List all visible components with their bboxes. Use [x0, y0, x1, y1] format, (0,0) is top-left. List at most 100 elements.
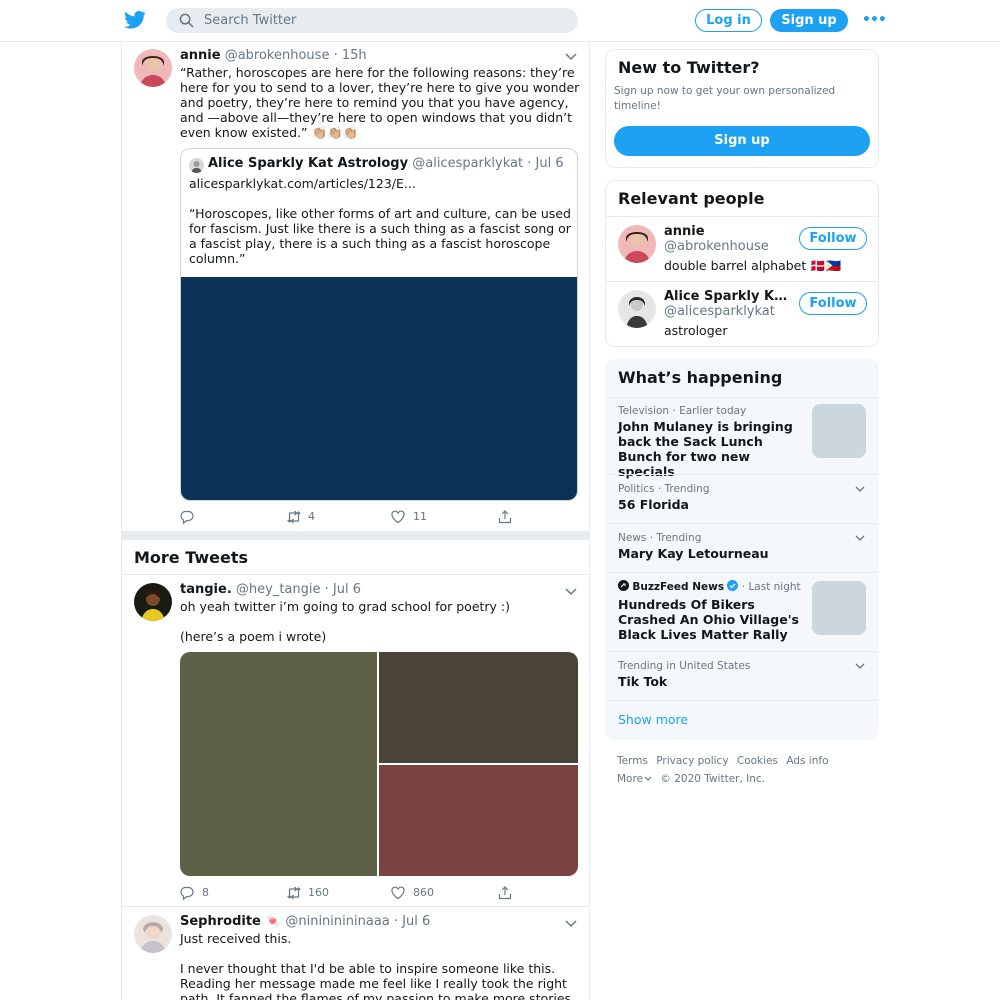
- sign-up-button[interactable]: Sign up: [770, 9, 848, 32]
- tweet[interactable]: annie @abrokenhouse · 15h “Rather, horos…: [122, 42, 589, 531]
- tweet-timestamp[interactable]: · 15h: [334, 48, 367, 63]
- relevant-people-card: Relevant people annie @abrokenhouse doub…: [605, 180, 879, 347]
- timeline-column: annie @abrokenhouse · 15h “Rather, horos…: [121, 42, 590, 1000]
- chevron-down-icon[interactable]: [855, 486, 865, 493]
- trend-meta: Politics · Trending: [618, 483, 710, 495]
- quoted-tweet-text: alicesparklykat.com/articles/123/E... “H…: [189, 176, 571, 266]
- verified-badge-icon: [727, 580, 739, 591]
- trend-item[interactable]: Trending in United States Tik Tok: [606, 651, 878, 700]
- photo[interactable]: [180, 652, 377, 876]
- trend-meta: News · Trending: [618, 532, 702, 544]
- like-count: 11: [413, 510, 427, 523]
- whats-happening-card: What’s happening Television · Earlier to…: [605, 359, 879, 740]
- quoted-author-name: Alice Sparkly Kat Astrology: [208, 156, 409, 171]
- trend-image: [812, 404, 866, 458]
- trend-image: [812, 581, 866, 635]
- person-handle[interactable]: @abrokenhouse: [664, 239, 769, 254]
- tweet-author-name[interactable]: tangie.: [180, 582, 232, 597]
- quoted-timestamp: · Jul 6: [527, 156, 564, 171]
- person-bio: double barrel alphabet 🇩🇰🇵🇭: [664, 258, 842, 273]
- trend-meta: · Last night: [741, 581, 801, 593]
- photo[interactable]: [379, 765, 578, 876]
- chevron-down-icon[interactable]: [565, 920, 577, 928]
- trend-title: Mary Kay Letourneau: [618, 546, 769, 561]
- tweet-author-handle[interactable]: @abrokenhouse: [225, 48, 330, 63]
- person-name[interactable]: Alice Sparkly Kat...: [664, 289, 794, 304]
- show-more-link[interactable]: Show more: [618, 712, 688, 727]
- avatar: [189, 158, 204, 173]
- new-to-twitter-card: New to Twitter? Sign up now to get your …: [605, 49, 879, 168]
- tweet-actions: 8 160 860: [180, 885, 525, 901]
- twitter-bird-icon[interactable]: [124, 10, 146, 30]
- avatar[interactable]: [134, 583, 172, 621]
- copyright: © 2020 Twitter, Inc.: [660, 773, 766, 785]
- tweet-author-name[interactable]: annie: [180, 48, 221, 63]
- trend-item[interactable]: News · Trending Mary Kay Letourneau: [606, 523, 878, 572]
- avatar[interactable]: [618, 225, 656, 263]
- quoted-media-image[interactable]: [181, 277, 577, 500]
- footer-more-label: More: [617, 773, 644, 785]
- chevron-down-icon[interactable]: [855, 663, 865, 670]
- trend-source: BuzzFeed News: [632, 581, 725, 593]
- name-emoji: 🍬: [265, 914, 282, 929]
- retweet-count: 160: [308, 886, 329, 899]
- retweet-icon: [287, 886, 301, 900]
- share-icon: [498, 886, 512, 900]
- more-dots-icon[interactable]: •••: [862, 12, 887, 28]
- person-item[interactable]: annie @abrokenhouse double barrel alphab…: [606, 216, 878, 281]
- trend-item[interactable]: Politics · Trending 56 Florida: [606, 474, 878, 523]
- tweet-author-handle[interactable]: @ninininininaaa: [285, 914, 389, 929]
- log-in-button[interactable]: Log in: [695, 9, 762, 32]
- tweet[interactable]: tangie. @hey_tangie · Jul 6 oh yeah twit…: [122, 575, 589, 906]
- card-title: New to Twitter?: [618, 58, 760, 77]
- sign-up-button[interactable]: Sign up: [614, 126, 870, 156]
- trend-item[interactable]: BuzzFeed News · Last night Hundreds Of B…: [606, 572, 878, 651]
- tweet[interactable]: Sephrodite 🍬 @ninininininaaa · Jul 6 Jus…: [122, 907, 589, 1000]
- divider: [606, 700, 878, 701]
- footer-more-button[interactable]: More: [617, 773, 652, 785]
- card-title: Relevant people: [618, 189, 765, 208]
- footer-link-cookies[interactable]: Cookies: [737, 755, 778, 767]
- person-handle[interactable]: @alicesparklykat: [664, 304, 775, 319]
- search-box[interactable]: [166, 8, 578, 33]
- footer-link-privacy[interactable]: Privacy policy: [656, 755, 728, 767]
- photo[interactable]: [379, 652, 578, 763]
- footer: Terms Privacy policy Cookies Ads info Mo…: [617, 752, 867, 788]
- top-navigation-bar: Log in Sign up •••: [0, 0, 1000, 42]
- avatar[interactable]: [618, 290, 656, 328]
- footer-link-ads-info[interactable]: Ads info: [786, 755, 828, 767]
- tweet-author-handle[interactable]: @hey_tangie: [236, 582, 321, 597]
- person-bio: astrologer: [664, 323, 728, 338]
- footer-link-terms[interactable]: Terms: [617, 755, 648, 767]
- tweet-timestamp[interactable]: · Jul 6: [325, 582, 361, 597]
- buzzfeed-logo-icon: [618, 580, 629, 591]
- avatar[interactable]: [134, 915, 172, 953]
- person-item[interactable]: Alice Sparkly Kat... @alicesparklykat as…: [606, 281, 878, 346]
- retweet-icon: [287, 510, 301, 524]
- search-input[interactable]: [204, 10, 564, 31]
- chevron-down-icon[interactable]: [565, 588, 577, 596]
- trend-title: 56 Florida: [618, 497, 689, 512]
- follow-button[interactable]: Follow: [799, 227, 867, 250]
- quoted-tweet[interactable]: Alice Sparkly Kat Astrology @alicesparkl…: [180, 148, 578, 501]
- quoted-author-handle: @alicesparklykat: [412, 156, 524, 171]
- retweet-count: 4: [308, 510, 315, 523]
- photo-gallery: [180, 652, 578, 876]
- more-tweets-heading: More Tweets: [134, 548, 249, 567]
- search-icon: [179, 13, 194, 28]
- tweet-text: “Rather, horoscopes are here for the fol…: [180, 65, 584, 140]
- follow-button[interactable]: Follow: [799, 292, 867, 315]
- chevron-down-icon[interactable]: [855, 535, 865, 542]
- chevron-down-icon[interactable]: [565, 53, 577, 61]
- like-count: 860: [413, 886, 434, 899]
- trend-item[interactable]: Television · Earlier today John Mulaney …: [606, 397, 878, 479]
- share-icon: [498, 510, 512, 524]
- tweet-author-name[interactable]: Sephrodite: [180, 914, 261, 929]
- avatar[interactable]: [134, 49, 172, 87]
- reply-icon: [180, 886, 194, 900]
- trend-title: Hundreds Of Bikers Crashed An Ohio Villa…: [618, 597, 799, 642]
- tweet-timestamp[interactable]: · Jul 6: [394, 914, 430, 929]
- section-separator: [122, 531, 589, 540]
- tweet-text: oh yeah twitter i’m going to grad school…: [180, 599, 511, 644]
- person-name[interactable]: annie: [664, 224, 794, 239]
